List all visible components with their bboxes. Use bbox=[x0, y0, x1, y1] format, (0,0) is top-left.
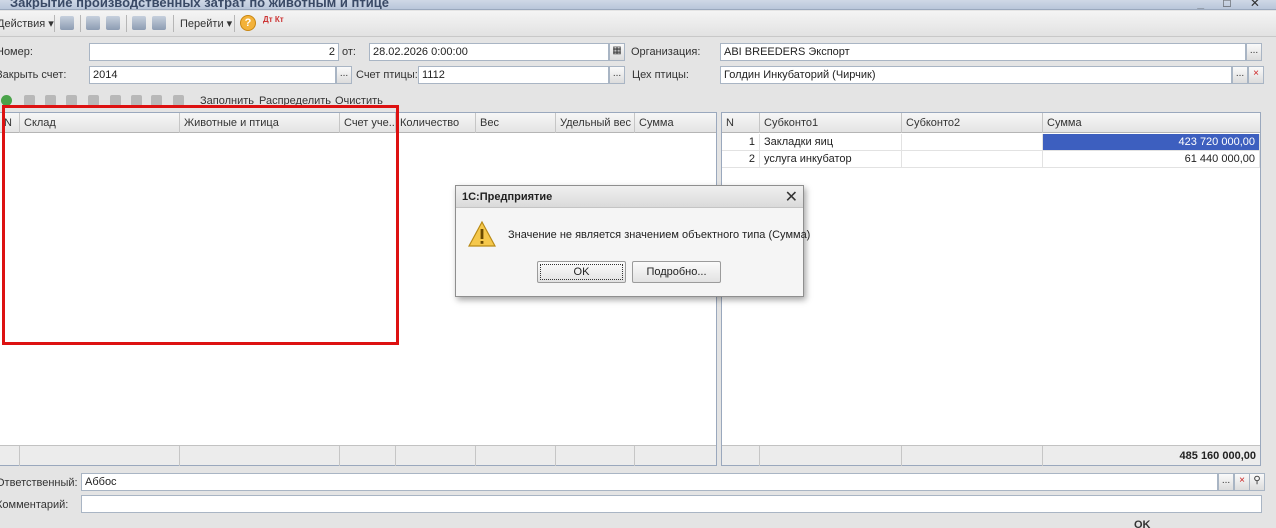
calendar-icon[interactable]: ▦ bbox=[609, 43, 625, 61]
footer-cell bbox=[340, 446, 396, 466]
close-account-field[interactable]: 2014 bbox=[89, 66, 336, 84]
dialog-title-bar: 1С:Предприятие ✕ bbox=[456, 186, 803, 208]
bird-account-field[interactable]: 1112 bbox=[418, 66, 609, 84]
footer-cell bbox=[396, 446, 476, 466]
table-row-2-subconto1[interactable]: услуга инкубатор bbox=[760, 151, 902, 168]
right-table-footer: 485 160 000,00 bbox=[722, 445, 1260, 466]
responsible-open-icon[interactable]: ⚲ bbox=[1249, 473, 1265, 491]
left-table-footer bbox=[0, 445, 716, 466]
footer-cell bbox=[0, 446, 20, 466]
ok-button[interactable]: OK bbox=[537, 261, 626, 283]
footer-cell bbox=[556, 446, 635, 466]
toolbar-separator bbox=[80, 15, 81, 32]
organization-label: Организация: bbox=[631, 46, 701, 58]
right-table-header: N Субконто1 Субконто2 Сумма bbox=[722, 113, 1260, 133]
toolbar-separator bbox=[126, 15, 127, 32]
warning-icon bbox=[468, 220, 496, 247]
number-label: Номер: bbox=[0, 46, 33, 58]
column-header-weight[interactable]: Вес bbox=[476, 113, 556, 133]
organization-field[interactable]: ABI BREEDERS Экспорт bbox=[720, 43, 1246, 61]
table-row-2-n[interactable]: 2 bbox=[722, 151, 760, 168]
responsible-clear-button[interactable]: × bbox=[1234, 473, 1250, 491]
toolbar-separator bbox=[234, 15, 235, 32]
table-row-1-n[interactable]: 1 bbox=[722, 134, 760, 151]
comment-field[interactable] bbox=[81, 495, 1262, 513]
column-header-sum[interactable]: Сумма bbox=[1043, 113, 1260, 133]
column-header-share[interactable]: Удельный вес bbox=[556, 113, 635, 133]
toolbar-separator bbox=[54, 15, 55, 32]
column-header-subconto2[interactable]: Субконто2 bbox=[902, 113, 1043, 133]
close-icon[interactable]: ✕ bbox=[785, 187, 798, 207]
table-row-2-sum[interactable]: 61 440 000,00 bbox=[1043, 151, 1260, 168]
dt-kt-icon[interactable]: Дт Кт bbox=[263, 16, 284, 24]
column-header-sum[interactable]: Сумма bbox=[635, 113, 716, 133]
column-header-subconto1[interactable]: Субконто1 bbox=[760, 113, 902, 133]
number-field[interactable]: 2 bbox=[89, 43, 339, 61]
bird-account-select-button[interactable]: ... bbox=[609, 66, 625, 84]
table-row-1-subconto1[interactable]: Закладки яиц bbox=[760, 134, 902, 151]
print-icon[interactable] bbox=[152, 16, 166, 30]
bird-account-label: Счет птицы: bbox=[356, 69, 418, 81]
save-icon[interactable] bbox=[86, 16, 100, 30]
error-dialog: 1С:Предприятие ✕ Значение не является зн… bbox=[455, 185, 810, 297]
date-field[interactable]: 28.02.2026 0:00:00 bbox=[369, 43, 609, 61]
workshop-clear-button[interactable]: × bbox=[1248, 66, 1264, 84]
close-account-select-button[interactable]: ... bbox=[336, 66, 352, 84]
details-button[interactable]: Подробно... bbox=[632, 261, 721, 283]
highlight-box bbox=[2, 105, 399, 345]
dialog-title: 1С:Предприятие bbox=[462, 191, 553, 203]
refresh-icon[interactable] bbox=[106, 16, 120, 30]
table-row-2-subconto2[interactable] bbox=[902, 151, 1043, 168]
total-sum: 485 160 000,00 bbox=[1179, 450, 1256, 462]
responsible-select-button[interactable]: ... bbox=[1218, 473, 1234, 491]
close-account-label: Закрыть счет: bbox=[0, 69, 67, 81]
footer-cell bbox=[20, 446, 180, 466]
workshop-label: Цех птицы: bbox=[632, 69, 689, 81]
from-label: от: bbox=[342, 46, 356, 58]
organization-select-button[interactable]: ... bbox=[1246, 43, 1262, 61]
footer-cell bbox=[180, 446, 340, 466]
main-toolbar: Действия ▾ Перейти ▾ ? Дт Кт bbox=[0, 11, 1276, 37]
responsible-label: Ответственный: bbox=[0, 477, 78, 489]
table-row-1-sum[interactable]: 423 720 000,00 bbox=[1043, 134, 1260, 151]
window-title-bar: Закрытие производственных затрат по живо… bbox=[0, 0, 1276, 10]
footer-cell bbox=[902, 446, 1043, 466]
toolbar-separator bbox=[173, 15, 174, 32]
column-header-quantity[interactable]: Количество bbox=[396, 113, 476, 133]
footer-cell bbox=[722, 446, 760, 466]
footer-cell bbox=[476, 446, 556, 466]
table-row-1-subconto2[interactable] bbox=[902, 134, 1043, 151]
help-icon[interactable]: ? bbox=[240, 15, 256, 31]
copy-document-icon[interactable] bbox=[132, 16, 146, 30]
dialog-message: Значение не является значением объектног… bbox=[508, 229, 811, 241]
window-controls[interactable]: _ □ ✕ bbox=[1197, 0, 1268, 9]
comment-label: Комментарий: bbox=[0, 499, 69, 511]
ok-status[interactable]: OK bbox=[1134, 519, 1151, 528]
responsible-field[interactable]: Аббос bbox=[81, 473, 1218, 491]
actions-menu[interactable]: Действия ▾ bbox=[0, 17, 54, 30]
window-title: Закрытие производственных затрат по живо… bbox=[10, 0, 389, 10]
post-document-icon[interactable] bbox=[60, 16, 74, 30]
column-header-n[interactable]: N bbox=[722, 113, 760, 133]
goto-menu[interactable]: Перейти ▾ bbox=[180, 17, 232, 30]
workshop-field[interactable]: Голдин Инкубаторий (Чирчик) bbox=[720, 66, 1232, 84]
footer-cell bbox=[760, 446, 902, 466]
workshop-select-button[interactable]: ... bbox=[1232, 66, 1248, 84]
